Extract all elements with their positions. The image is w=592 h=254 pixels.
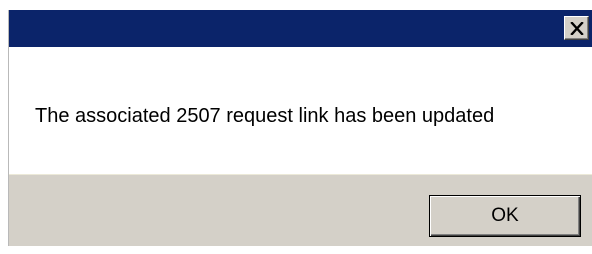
page: The associated 2507 request link has bee… [0,0,592,254]
dialog-message: The associated 2507 request link has bee… [35,105,495,127]
button-area: OK [9,174,592,246]
dialog-titlebar[interactable] [9,10,592,47]
close-button[interactable] [564,16,589,40]
message-area: The associated 2507 request link has bee… [9,47,592,174]
message-dialog: The associated 2507 request link has bee… [8,10,592,246]
close-icon [569,21,584,35]
ok-button[interactable]: OK [429,195,581,237]
